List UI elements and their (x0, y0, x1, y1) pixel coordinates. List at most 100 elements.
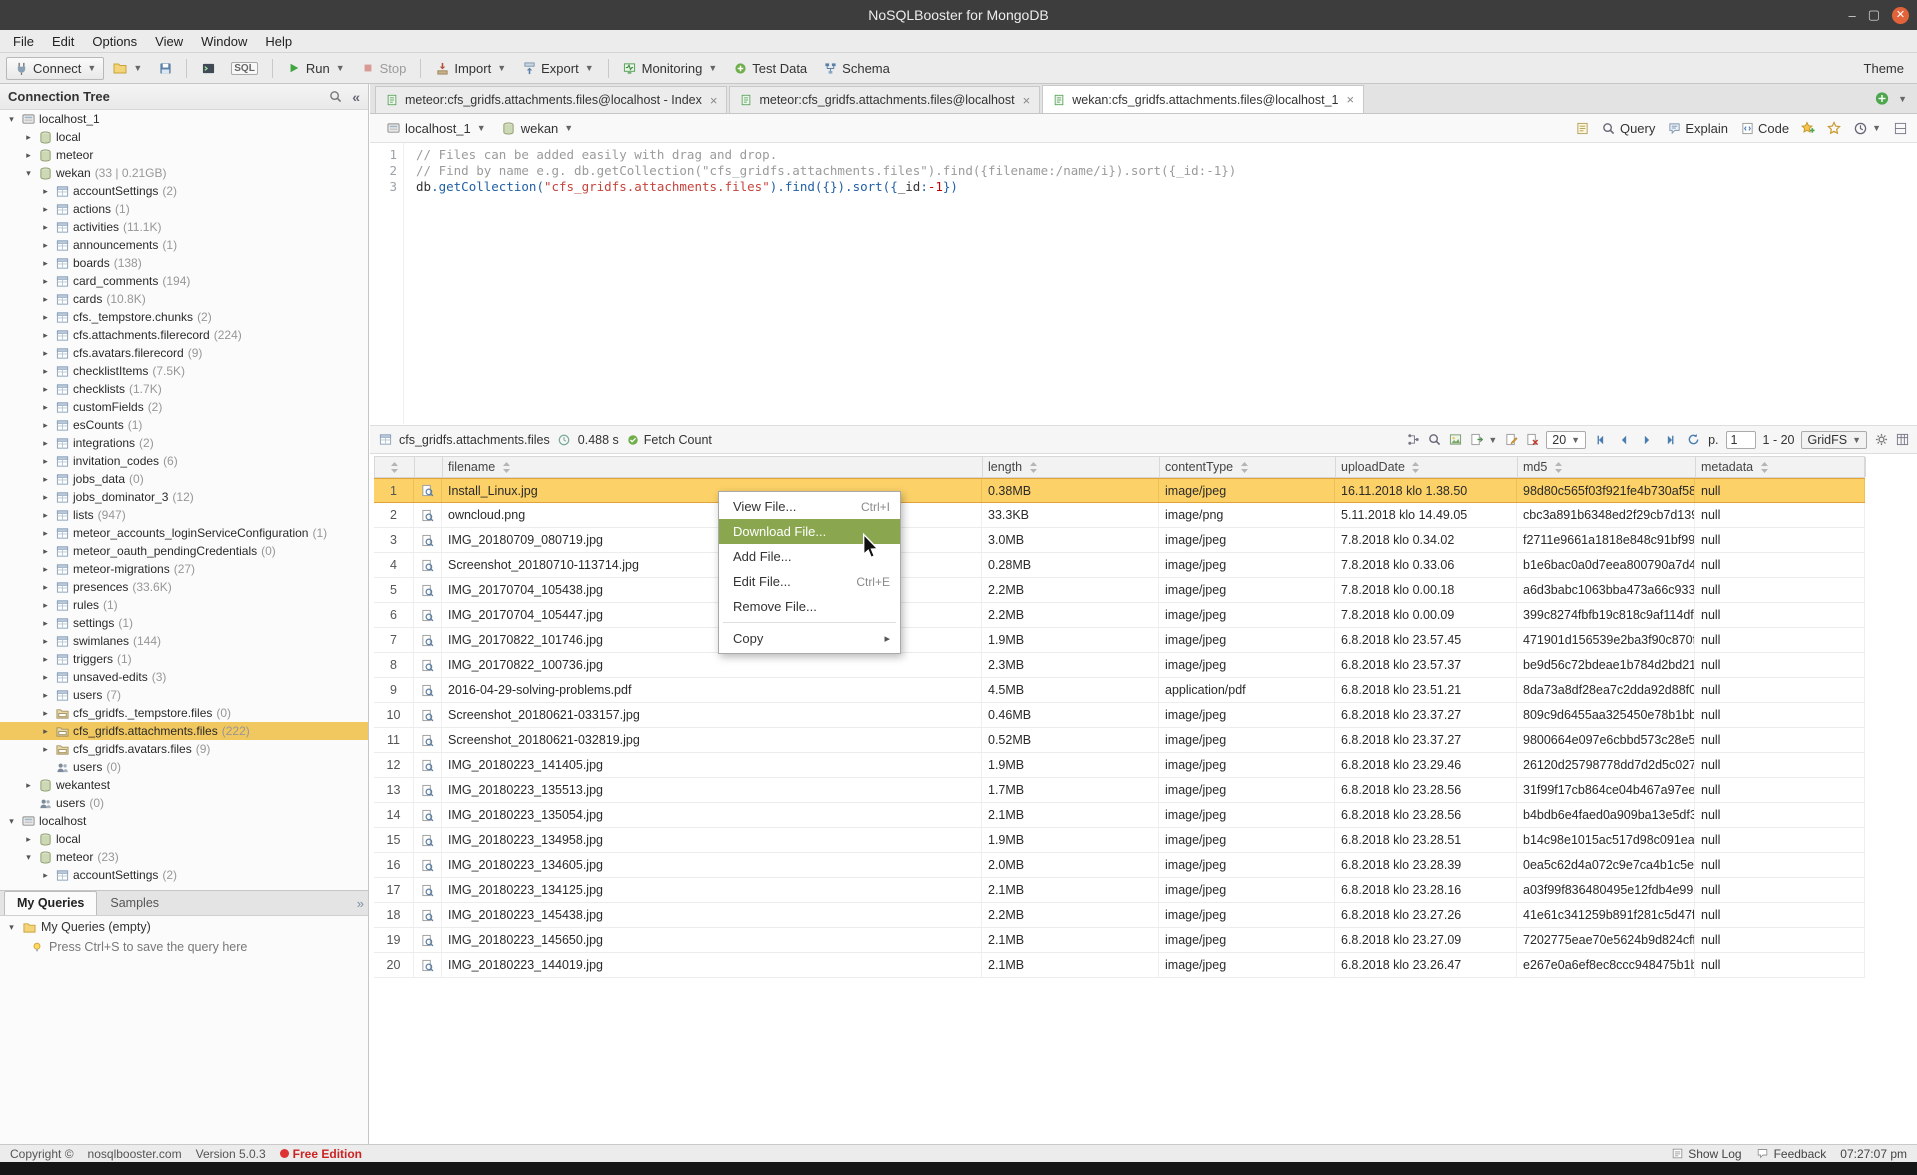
query-button[interactable]: Query (1602, 121, 1655, 136)
table-row[interactable]: 18IMG_20180223_145438.jpg2.2MBimage/jpeg… (374, 903, 1865, 928)
menu-help[interactable]: Help (256, 32, 301, 51)
tree-item-lists[interactable]: ▸lists(947) (0, 506, 368, 524)
sidebar-tab-samples[interactable]: Samples (97, 891, 172, 915)
expander-icon[interactable]: ▸ (40, 348, 51, 359)
expander-icon[interactable]: ▸ (40, 510, 51, 521)
expander-icon[interactable]: ▸ (40, 222, 51, 233)
image-preview-icon[interactable] (1448, 433, 1462, 447)
add-favorite-icon[interactable] (1801, 121, 1815, 135)
expander-icon[interactable]: ▸ (40, 240, 51, 251)
query-editor[interactable]: 123 // Files can be added easily with dr… (370, 143, 1917, 424)
expander-icon[interactable]: ▸ (40, 474, 51, 485)
context-menu-item-remove-file[interactable]: Remove File... (719, 594, 900, 619)
file-preview-icon[interactable] (414, 853, 442, 877)
tree-item-presences[interactable]: ▸presences(33.6K) (0, 578, 368, 596)
tree-item-accountsettings[interactable]: ▸accountSettings(2) (0, 182, 368, 200)
file-preview-icon[interactable] (414, 578, 442, 602)
file-preview-icon[interactable] (414, 728, 442, 752)
tree-item-meteor-oauth-pendingcredentials[interactable]: ▸meteor_oauth_pendingCredentials(0) (0, 542, 368, 560)
expander-icon[interactable]: ▾ (6, 114, 17, 125)
expander-icon[interactable]: ▸ (40, 402, 51, 413)
first-page-icon[interactable] (1593, 432, 1609, 448)
column-header-md5[interactable]: md5 (1518, 457, 1696, 477)
open-file-button[interactable]: ▼ (106, 58, 149, 78)
expander-icon[interactable]: ▸ (23, 132, 34, 143)
run-button[interactable]: Run ▼ (280, 58, 352, 79)
expander-icon[interactable]: ▸ (40, 528, 51, 539)
expander-icon[interactable]: ▸ (40, 330, 51, 341)
file-preview-icon[interactable] (414, 503, 442, 527)
table-row[interactable]: 13IMG_20180223_135513.jpg1.7MBimage/jpeg… (374, 778, 1865, 803)
context-menu-item-edit-file[interactable]: Edit File...Ctrl+E (719, 569, 900, 594)
monitoring-button[interactable]: Monitoring ▼ (616, 58, 725, 79)
new-sql-query-button[interactable]: SQL (224, 59, 265, 78)
file-preview-icon[interactable] (414, 553, 442, 577)
settings-icon[interactable] (1874, 433, 1888, 447)
file-preview-icon[interactable] (414, 479, 442, 502)
expander-icon[interactable]: ▸ (23, 834, 34, 845)
table-row[interactable]: 14IMG_20180223_135054.jpg2.1MBimage/jpeg… (374, 803, 1865, 828)
file-preview-icon[interactable] (414, 628, 442, 652)
expander-icon[interactable]: ▸ (40, 258, 51, 269)
menu-edit[interactable]: Edit (43, 32, 83, 51)
feedback-button[interactable]: Feedback (1756, 1147, 1827, 1161)
tree-item-users[interactable]: users(0) (0, 758, 368, 776)
tree-item-wekantest[interactable]: ▸wekantest (0, 776, 368, 794)
table-row[interactable]: 17IMG_20180223_134125.jpg2.1MBimage/jpeg… (374, 878, 1865, 903)
tree-item-localhost-1[interactable]: ▾localhost_1 (0, 110, 368, 128)
tree-item-cards[interactable]: ▸cards(10.8K) (0, 290, 368, 308)
tree-item-cfs-avatars-filerecord[interactable]: ▸cfs.avatars.filerecord(9) (0, 344, 368, 362)
tree-item-users[interactable]: ▸users(7) (0, 686, 368, 704)
sort-icon[interactable] (1237, 460, 1251, 474)
expander-icon[interactable]: ▸ (40, 204, 51, 215)
page-number-input[interactable]: 1 (1726, 431, 1756, 449)
refresh-icon[interactable] (1685, 432, 1701, 448)
view-mode-select[interactable]: GridFS ▼ (1801, 431, 1867, 449)
expander-icon[interactable]: ▸ (40, 582, 51, 593)
tree-item-jobs-data[interactable]: ▸jobs_data(0) (0, 470, 368, 488)
expander-icon[interactable]: ▸ (40, 708, 51, 719)
explain-button[interactable]: Explain (1667, 121, 1728, 136)
expander-icon[interactable]: ▸ (40, 420, 51, 431)
tree-item-meteor[interactable]: ▾meteor(23) (0, 848, 368, 866)
tree-item-cfs-tempstore-chunks[interactable]: ▸cfs._tempstore.chunks(2) (0, 308, 368, 326)
tree-item-cfs-gridfs-attachments-files[interactable]: ▸cfs_gridfs.attachments.files(222) (0, 722, 368, 740)
table-row[interactable]: 12IMG_20180223_141405.jpg1.9MBimage/jpeg… (374, 753, 1865, 778)
expander-icon[interactable]: ▾ (6, 816, 17, 827)
tree-item-settings[interactable]: ▸settings(1) (0, 614, 368, 632)
file-preview-icon[interactable] (414, 928, 442, 952)
site-link[interactable]: nosqlbooster.com (88, 1147, 182, 1161)
expander-icon[interactable]: ▸ (23, 150, 34, 161)
file-preview-icon[interactable] (414, 653, 442, 677)
menu-view[interactable]: View (146, 32, 192, 51)
expand-panel-icon[interactable]: » (357, 896, 364, 915)
search-icon[interactable] (328, 90, 342, 104)
new-shell-button[interactable] (194, 58, 222, 78)
file-preview-icon[interactable] (414, 678, 442, 702)
column-header-contentType[interactable]: contentType (1160, 457, 1336, 477)
file-preview-icon[interactable] (414, 803, 442, 827)
file-preview-icon[interactable] (414, 703, 442, 727)
expander-icon[interactable]: ▸ (40, 654, 51, 665)
expander-icon[interactable]: ▸ (40, 294, 51, 305)
table-row[interactable]: 15IMG_20180223_134958.jpg1.9MBimage/jpeg… (374, 828, 1865, 853)
tab-close-icon[interactable]: × (710, 93, 718, 108)
save-button[interactable] (151, 58, 179, 78)
file-preview-icon[interactable] (414, 828, 442, 852)
tree-item-accountsettings[interactable]: ▸accountSettings(2) (0, 866, 368, 884)
expander-icon[interactable]: ▸ (23, 780, 34, 791)
tree-item-checklistitems[interactable]: ▸checklistItems(7.5K) (0, 362, 368, 380)
menu-window[interactable]: Window (192, 32, 256, 51)
editor-tab[interactable]: wekan:cfs_gridfs.attachments.files@local… (1042, 85, 1364, 113)
table-row[interactable]: 92016-04-29-solving-problems.pdf4.5MBapp… (374, 678, 1865, 703)
stop-button[interactable]: Stop (354, 58, 414, 79)
tree-item-meteor-migrations[interactable]: ▸meteor-migrations(27) (0, 560, 368, 578)
maximize-icon[interactable]: ▢ (1868, 7, 1880, 23)
tree-item-cfs-gridfs-avatars-files[interactable]: ▸cfs_gridfs.avatars.files(9) (0, 740, 368, 758)
file-preview-icon[interactable] (414, 878, 442, 902)
code-button[interactable]: Code (1740, 121, 1789, 136)
test-data-button[interactable]: Test Data (726, 58, 814, 79)
menu-file[interactable]: File (4, 32, 43, 51)
row-number-header[interactable] (375, 457, 415, 477)
favorite-icon[interactable] (1827, 121, 1841, 135)
